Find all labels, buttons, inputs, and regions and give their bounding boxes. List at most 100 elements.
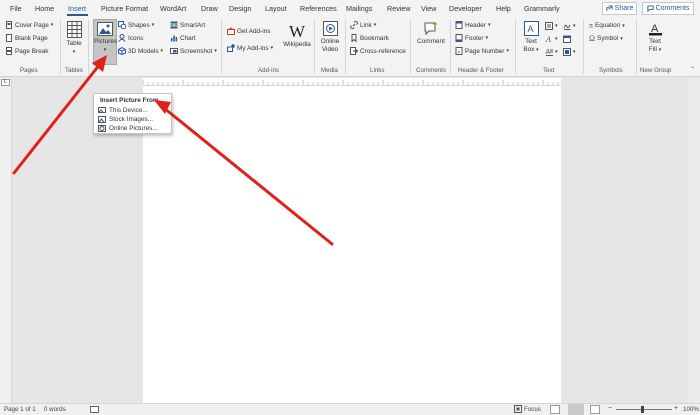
word-count[interactable]: 0 words <box>44 406 66 413</box>
wordart-button[interactable]: A ▾ <box>545 35 558 43</box>
web-layout-icon[interactable] <box>590 405 600 414</box>
page-number-button[interactable]: # Page Number ▾ <box>455 47 509 55</box>
group-label-comments: Comments <box>416 67 446 74</box>
cover-page-button[interactable]: Cover Page ▾ <box>5 21 53 29</box>
status-bar: Page 1 of 1 0 words Focus − + 100% <box>0 403 700 415</box>
table-button[interactable]: Table ▾ <box>64 21 84 56</box>
document-page[interactable] <box>143 86 561 403</box>
bookmark-label: Bookmark <box>360 34 389 42</box>
page-break-button[interactable]: Page Break <box>5 47 48 55</box>
smartart-button[interactable]: SmartArt <box>170 21 205 29</box>
header-button[interactable]: Header ▾ <box>455 21 490 29</box>
group-separator <box>515 20 516 74</box>
blank-page-button[interactable]: Blank Page <box>5 34 48 42</box>
comments-button[interactable]: Comments <box>642 2 694 15</box>
text-fill-label-2: Fill <box>648 45 657 53</box>
collapse-ribbon-icon[interactable]: ⌃ <box>690 66 695 73</box>
chevron-down-icon: ▾ <box>573 49 576 55</box>
tab-file[interactable]: File <box>10 4 22 13</box>
link-button[interactable]: Link ▾ <box>350 21 376 29</box>
icons-icon <box>118 34 126 42</box>
vertical-scrollbar[interactable] <box>688 78 700 403</box>
tab-mailings[interactable]: Mailings <box>346 4 372 13</box>
zoom-slider-thumb[interactable] <box>641 406 644 413</box>
tab-grammarly[interactable]: Grammarly <box>524 4 560 13</box>
print-layout-icon[interactable] <box>568 404 584 415</box>
get-addins-button[interactable]: Get Add-ins <box>227 27 270 35</box>
footer-button[interactable]: Footer ▾ <box>455 34 488 42</box>
shapes-button[interactable]: Shapes ▾ <box>118 21 154 29</box>
svg-text:A: A <box>546 49 551 56</box>
screenshot-button[interactable]: Screenshot ▾ <box>170 47 217 55</box>
bookmark-button[interactable]: Bookmark <box>350 34 389 42</box>
page-count[interactable]: Page 1 of 1 <box>4 406 36 413</box>
chevron-down-icon: ▾ <box>373 22 377 28</box>
pictures-button[interactable]: Pictures ▾ <box>93 19 117 65</box>
group-label-symbols: Symbols <box>599 67 623 74</box>
tab-design[interactable]: Design <box>229 4 251 13</box>
symbol-button[interactable]: Ω Symbol ▾ <box>589 34 623 43</box>
drop-cap-button[interactable]: A ▾ <box>545 48 558 56</box>
stock-images-icon <box>98 116 106 123</box>
cross-reference-label: Cross-reference <box>360 47 406 55</box>
icons-button[interactable]: Icons <box>118 34 143 42</box>
chart-button[interactable]: Chart <box>170 34 196 42</box>
menu-item-online-pictures[interactable]: Online Pictures... <box>98 125 158 132</box>
tab-home[interactable]: Home <box>35 4 54 13</box>
menu-item-this-device[interactable]: This Device... <box>98 107 148 114</box>
online-video-label-2: Video <box>321 45 339 53</box>
tab-wordart[interactable]: WordArt <box>160 4 186 13</box>
device-icon <box>98 107 106 113</box>
ribbon: Cover Page ▾ Blank Page Page Break Pages… <box>0 17 700 77</box>
zoom-slider[interactable] <box>616 409 672 410</box>
proofing-icon[interactable] <box>90 406 99 413</box>
new-comment-button[interactable]: Comment <box>415 21 447 46</box>
equation-button[interactable]: π Equation ▾ <box>589 21 625 30</box>
tab-review[interactable]: Review <box>387 4 411 13</box>
tab-draw[interactable]: Draw <box>201 4 218 13</box>
chevron-down-icon: ▾ <box>536 46 539 53</box>
tab-picture-format[interactable]: Picture Format <box>101 4 148 13</box>
comment-label: Comment <box>417 38 445 45</box>
focus-mode-button[interactable]: Focus <box>514 405 541 413</box>
wikipedia-button[interactable]: W Wikipedia <box>283 22 311 49</box>
zoom-level[interactable]: 100% <box>683 406 699 413</box>
smartart-icon <box>170 21 178 29</box>
signature-line-button[interactable]: ▾ <box>563 22 576 30</box>
read-mode-icon[interactable] <box>550 405 560 414</box>
share-button[interactable]: Share <box>602 2 637 15</box>
header-label: Header <box>465 21 486 29</box>
page-break-icon <box>6 47 12 55</box>
tab-developer[interactable]: Developer <box>449 4 482 13</box>
get-addins-label: Get Add-ins <box>237 27 271 35</box>
bookmark-icon <box>351 34 357 42</box>
group-separator <box>450 20 451 74</box>
zoom-in-icon[interactable]: + <box>674 405 678 412</box>
calendar-icon <box>563 35 571 43</box>
insert-picture-dropdown: Insert Picture From This Device... Stock… <box>93 93 172 134</box>
omega-icon: Ω <box>589 34 595 43</box>
tab-references[interactable]: References <box>300 4 337 13</box>
tab-view[interactable]: View <box>421 4 436 13</box>
3d-models-button[interactable]: 3D Models ▾ <box>118 47 163 55</box>
date-time-button[interactable] <box>563 35 571 43</box>
my-addins-button[interactable]: My Add-ins ▾ <box>227 44 273 52</box>
tab-selector-icon[interactable]: L <box>1 79 10 86</box>
cross-reference-button[interactable]: Cross-reference <box>350 47 406 55</box>
ribbon-tab-bar: File Home Insert Picture Format WordArt … <box>0 0 700 17</box>
chart-icon <box>171 35 178 42</box>
text-box-button[interactable]: A Text Box ▾ <box>520 21 542 54</box>
shapes-label: Shapes <box>128 21 150 29</box>
tab-layout[interactable]: Layout <box>265 4 287 13</box>
menu-item-online-pictures-label: Online Pictures... <box>109 125 158 132</box>
icons-label: Icons <box>128 34 144 42</box>
tab-insert[interactable]: Insert <box>68 4 86 13</box>
insert-object-button[interactable]: ▾ <box>563 48 576 56</box>
text-fill-button[interactable]: A Text Fill ▾ <box>643 21 667 54</box>
zoom-out-icon[interactable]: − <box>608 405 612 412</box>
group-separator <box>636 20 637 74</box>
online-video-button[interactable]: Online Video <box>318 21 342 53</box>
menu-item-stock-images[interactable]: Stock Images... <box>98 116 153 123</box>
quick-parts-button[interactable]: ▾ <box>545 22 558 30</box>
tab-help[interactable]: Help <box>496 4 511 13</box>
